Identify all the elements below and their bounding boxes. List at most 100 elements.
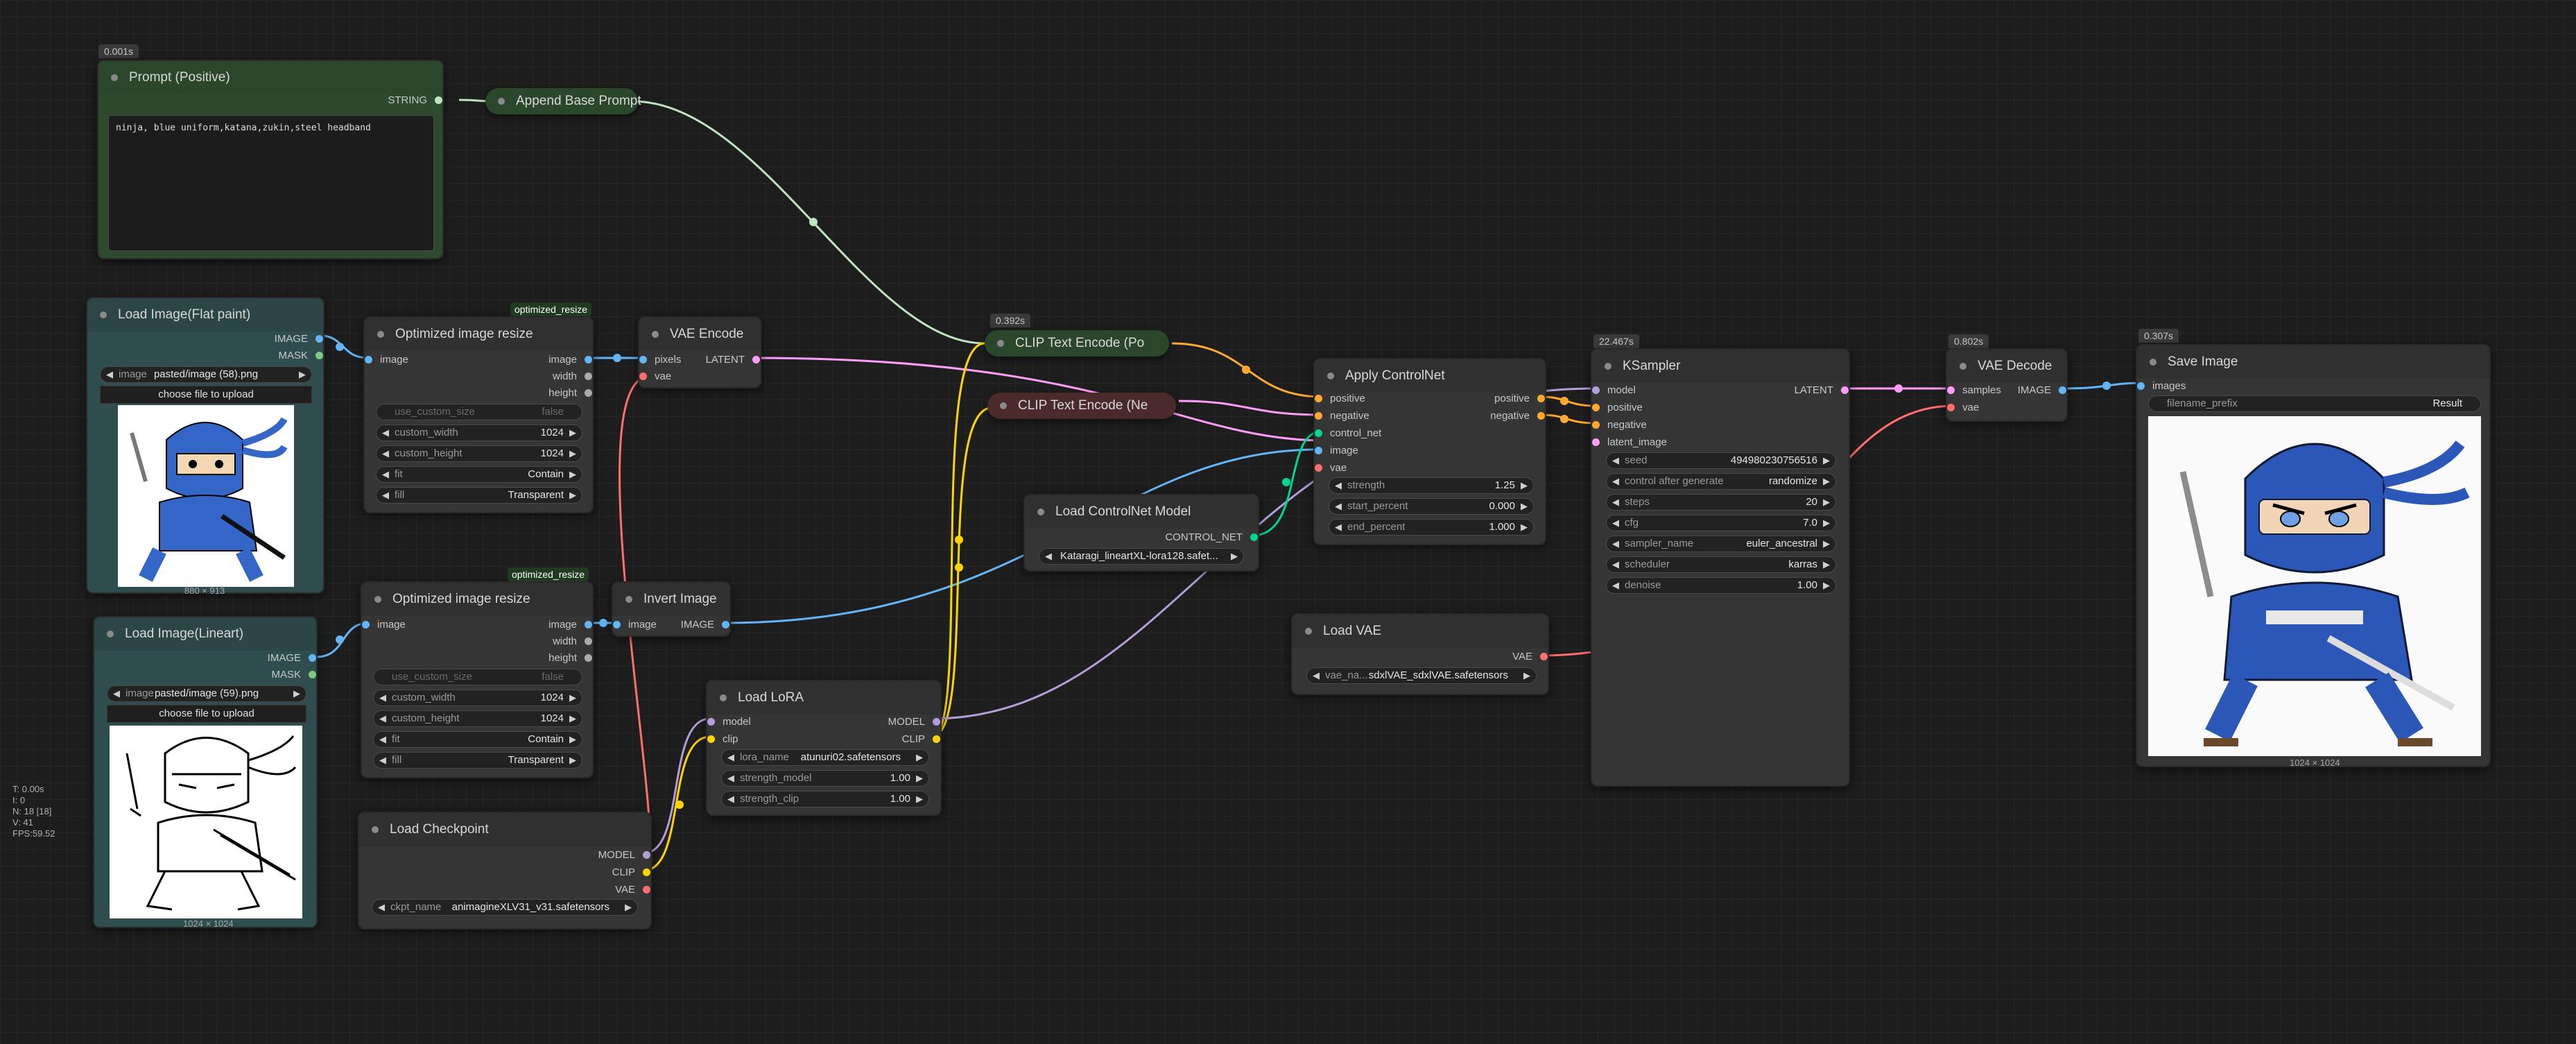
arrow-right-icon[interactable]: ▶: [1823, 578, 1830, 593]
node-prompt-positive[interactable]: Prompt (Positive) STRING: [97, 60, 444, 259]
arrow-left-icon[interactable]: ◀: [1335, 478, 1342, 493]
input-slot-dot[interactable]: [1592, 421, 1600, 429]
node-vae-encode[interactable]: VAE Encode pixels vae LATENT: [638, 316, 761, 388]
output-slot-dot[interactable]: [722, 621, 729, 628]
arrow-left-icon[interactable]: ◀: [1335, 520, 1342, 535]
node-clip-text-encode-positive[interactable]: CLIP Text Encode (Po: [985, 330, 1169, 357]
output-vae[interactable]: VAE: [1512, 651, 1548, 662]
input-slot-dot[interactable]: [1592, 404, 1600, 411]
arrow-left-icon[interactable]: ◀: [1045, 549, 1052, 564]
output-slot-dot[interactable]: [585, 654, 592, 662]
input-slot-dot[interactable]: [2137, 382, 2145, 390]
input-slot-dot[interactable]: [639, 373, 647, 380]
end-percent-field[interactable]: ◀ end_percent 1.000 ▶: [1329, 519, 1534, 536]
arrow-left-icon[interactable]: ◀: [1612, 495, 1619, 510]
output-latent[interactable]: LATENT: [1795, 384, 1849, 396]
input-vae[interactable]: vae: [1947, 402, 1979, 413]
node-load-image-flat[interactable]: Load Image(Flat paint) IMAGE MASK ◀ imag…: [86, 297, 325, 596]
input-image[interactable]: image: [613, 619, 657, 631]
output-slot-dot[interactable]: [643, 851, 650, 859]
arrow-right-icon[interactable]: ▶: [1823, 495, 1830, 510]
arrow-right-icon[interactable]: ▶: [569, 488, 576, 503]
arrow-left-icon[interactable]: ◀: [382, 446, 389, 461]
arrow-right-icon[interactable]: ▶: [569, 446, 576, 461]
node-load-checkpoint[interactable]: Load Checkpoint MODEL CLIP VAE ◀ ckpt_nam…: [358, 812, 652, 930]
input-negative[interactable]: negative: [1592, 419, 1647, 431]
fill-select[interactable]: ◀ fill Transparent ▶: [376, 487, 582, 504]
strength-clip-field[interactable]: ◀ strength_clip 1.00 ▶: [721, 791, 929, 807]
arrow-left-icon[interactable]: ◀: [379, 711, 386, 726]
input-model[interactable]: model: [707, 716, 751, 728]
denoise-field[interactable]: ◀ denoise 1.00 ▶: [1606, 577, 1836, 594]
output-control-net[interactable]: CONTROL_NET: [1165, 531, 1258, 543]
input-slot-dot[interactable]: [639, 356, 647, 363]
input-samples[interactable]: samples: [1947, 384, 2001, 396]
sampler-name-select[interactable]: ◀ sampler_name euler_ancestral ▶: [1606, 536, 1836, 552]
output-slot-dot[interactable]: [585, 389, 592, 397]
output-slot-dot[interactable]: [435, 96, 442, 104]
output-model[interactable]: MODEL: [888, 716, 940, 728]
arrow-right-icon[interactable]: ▶: [1521, 520, 1528, 535]
input-image[interactable]: image: [365, 354, 408, 366]
arrow-right-icon[interactable]: ▶: [299, 367, 306, 382]
output-model[interactable]: MODEL: [598, 849, 650, 861]
input-slot-dot[interactable]: [365, 356, 372, 363]
input-image[interactable]: image: [1315, 445, 1358, 456]
output-clip[interactable]: CLIP: [902, 733, 940, 745]
input-slot-dot[interactable]: [1315, 429, 1322, 437]
output-slot-dot[interactable]: [1537, 395, 1545, 402]
arrow-right-icon[interactable]: ▶: [1231, 549, 1238, 564]
output-slot-dot[interactable]: [2059, 386, 2066, 394]
output-slot-dot[interactable]: [315, 335, 323, 343]
strength-model-field[interactable]: ◀ strength_model 1.00 ▶: [721, 770, 929, 787]
arrow-right-icon[interactable]: ▶: [1521, 478, 1528, 493]
steps-field[interactable]: ◀ steps 20 ▶: [1606, 494, 1836, 511]
output-slot-dot[interactable]: [1841, 386, 1849, 394]
arrow-left-icon[interactable]: ◀: [382, 467, 389, 482]
input-vae[interactable]: vae: [1315, 462, 1347, 474]
arrow-right-icon[interactable]: ▶: [916, 791, 923, 807]
arrow-right-icon[interactable]: ▶: [293, 686, 300, 701]
arrow-left-icon[interactable]: ◀: [1313, 668, 1320, 683]
arrow-left-icon[interactable]: ◀: [379, 732, 386, 747]
output-slot-dot[interactable]: [585, 621, 592, 628]
arrow-left-icon[interactable]: ◀: [1612, 557, 1619, 572]
arrow-left-icon[interactable]: ◀: [382, 425, 389, 440]
output-width[interactable]: width: [553, 370, 592, 382]
arrow-left-icon[interactable]: ◀: [113, 686, 120, 701]
lora-name-select[interactable]: ◀ lora_name atunuri02.safetensors ▶: [721, 749, 929, 766]
filename-prefix-field[interactable]: filename_prefix Result: [2148, 395, 2481, 412]
arrow-right-icon[interactable]: ▶: [569, 732, 576, 747]
output-height[interactable]: height: [548, 387, 592, 399]
output-slot-dot[interactable]: [309, 671, 316, 678]
node-load-lora[interactable]: Load LoRA model clip MODEL CLIP ◀ lora_na…: [706, 680, 942, 816]
output-image[interactable]: IMAGE: [268, 652, 316, 664]
output-slot-dot[interactable]: [315, 352, 323, 359]
arrow-right-icon[interactable]: ▶: [1823, 453, 1830, 468]
output-slot-dot[interactable]: [1537, 412, 1545, 420]
output-slot-dot[interactable]: [752, 356, 760, 363]
arrow-left-icon[interactable]: ◀: [727, 791, 734, 807]
controlnet-name-select[interactable]: ◀ Kataragi_lineartXL-lora128.safet... ▶: [1039, 548, 1244, 565]
output-height[interactable]: height: [548, 652, 592, 664]
scheduler-select[interactable]: ◀ scheduler karras ▶: [1606, 556, 1836, 573]
upload-button[interactable]: choose file to upload: [107, 705, 306, 723]
custom-height-field[interactable]: ◀ custom_height 1024 ▶: [373, 710, 582, 727]
arrow-right-icon[interactable]: ▶: [1823, 474, 1830, 489]
output-clip[interactable]: CLIP: [612, 866, 650, 878]
input-slot-dot[interactable]: [1315, 395, 1322, 402]
arrow-right-icon[interactable]: ▶: [569, 753, 576, 768]
input-slot-dot[interactable]: [1947, 386, 1955, 394]
input-pixels[interactable]: pixels: [639, 354, 681, 366]
output-latent[interactable]: LATENT: [706, 354, 760, 366]
output-image[interactable]: image: [548, 354, 592, 366]
arrow-left-icon[interactable]: ◀: [1335, 499, 1342, 514]
input-positive[interactable]: positive: [1315, 393, 1365, 404]
input-slot-dot[interactable]: [1315, 412, 1322, 420]
output-vae[interactable]: VAE: [615, 884, 650, 896]
output-string[interactable]: STRING: [388, 94, 442, 106]
fit-select[interactable]: ◀ fit Contain ▶: [376, 466, 582, 483]
arrow-left-icon[interactable]: ◀: [382, 488, 389, 503]
input-vae[interactable]: vae: [639, 370, 671, 382]
image-select[interactable]: ◀ image pasted/image (59).png ▶: [107, 685, 306, 702]
